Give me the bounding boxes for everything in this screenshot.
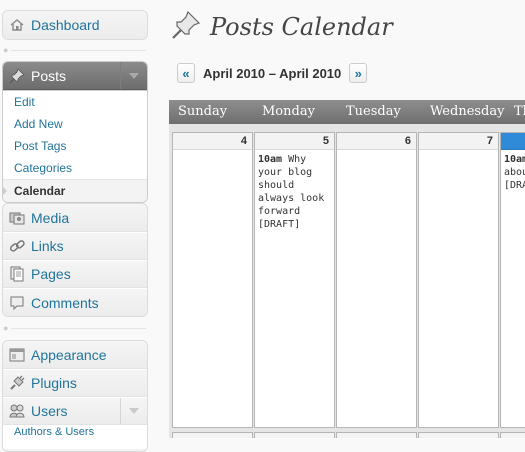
plug-icon (9, 375, 25, 391)
menu-pages-label: Pages (31, 266, 71, 282)
day-number: 5 (255, 133, 334, 150)
day-cell[interactable]: 4 (172, 132, 253, 428)
menu-group-dashboard: Dashboard (2, 10, 148, 40)
menu-separator-2: ● (2, 323, 146, 333)
house-icon (9, 17, 25, 33)
comment-icon (9, 295, 25, 311)
submenu-calendar[interactable]: Calendar (3, 179, 147, 202)
submenu-authors-users[interactable]: Authors & Users (3, 425, 147, 449)
menu-separator: ● (2, 45, 146, 55)
day-cell[interactable]: 6 (336, 132, 417, 428)
event-time: 10am (258, 154, 283, 165)
menu-media-label: Media (31, 209, 70, 226)
posts-submenu: Edit Add New Post Tags Categories Calend… (3, 90, 147, 202)
day-cell[interactable]: 7 (418, 132, 499, 428)
day-cell-next-week[interactable] (172, 432, 253, 438)
prev-button[interactable]: « (177, 63, 195, 83)
day-cell-next-week[interactable] (336, 432, 417, 438)
chevron-down-icon[interactable] (120, 398, 147, 424)
calendar: Sunday Monday Tuesday Wednesday Th 4 5 1… (169, 100, 525, 438)
day-name-sunday: Sunday (178, 104, 228, 119)
menu-dashboard[interactable]: Dashboard (3, 11, 147, 39)
menu-links[interactable]: Links (3, 232, 147, 260)
pushpin-icon (170, 9, 202, 46)
day-number (501, 133, 525, 150)
appearance-icon (9, 347, 25, 363)
menu-posts-label: Posts (31, 67, 67, 84)
day-name-monday: Monday (262, 104, 315, 119)
users-icon (9, 403, 25, 419)
menu-group-content: Media Links Pages Comments (2, 203, 148, 317)
menu-plugins-label: Plugins (31, 375, 77, 391)
pages-icon (9, 266, 25, 282)
submenu-edit[interactable]: Edit (3, 91, 147, 113)
menu-comments-label: Comments (31, 294, 99, 311)
media-icon (9, 210, 25, 226)
day-number: 4 (173, 133, 252, 150)
submenu-add-new[interactable]: Add New (3, 113, 147, 135)
menu-media[interactable]: Media (3, 204, 147, 232)
day-name-wednesday: Wednesday (430, 104, 505, 119)
submenu-post-tags[interactable]: Post Tags (3, 135, 147, 157)
chevron-down-icon[interactable] (120, 62, 147, 89)
menu-posts[interactable]: Posts (3, 62, 147, 90)
day-cell-today[interactable]: 10am spec abou (Go S [DRAF (500, 132, 525, 428)
menu-comments[interactable]: Comments (3, 288, 147, 316)
menu-dashboard-label: Dashboard (31, 17, 100, 33)
menu-group-posts: Posts Edit Add New Post Tags Categories … (2, 61, 148, 203)
menu-users[interactable]: Users (3, 397, 147, 425)
date-range: April 2010 – April 2010 (203, 65, 342, 81)
day-number: 7 (419, 133, 498, 150)
menu-plugins[interactable]: Plugins (3, 369, 147, 397)
pushpin-icon (9, 67, 25, 84)
event-title: Why your blog should always look forward… (258, 154, 325, 230)
page-header: Posts Calendar (170, 10, 393, 44)
day-cell-next-week[interactable] (254, 432, 335, 438)
menu-appearance[interactable]: Appearance (3, 341, 147, 369)
submenu-categories[interactable]: Categories (3, 157, 147, 179)
menu-group-admin: Appearance Plugins Users Authors & Users (2, 340, 148, 452)
page-title: Posts Calendar (210, 13, 393, 41)
menu-pages[interactable]: Pages (3, 260, 147, 288)
event-time: 10am (504, 154, 525, 165)
calendar-event[interactable]: 10am spec abou (Go S [DRAF (501, 150, 525, 195)
menu-users-label: Users (31, 403, 68, 419)
separator-dot: ● (3, 323, 9, 333)
day-number: 6 (337, 133, 416, 150)
day-name-tuesday: Tuesday (346, 104, 401, 119)
day-name-thursday: Th (514, 104, 525, 119)
day-cell-next-week[interactable] (500, 432, 525, 438)
calendar-event[interactable]: 10am Why your blog should always look fo… (255, 150, 334, 234)
link-icon (9, 238, 25, 254)
next-button[interactable]: » (349, 63, 368, 83)
menu-appearance-label: Appearance (31, 346, 107, 363)
menu-links-label: Links (31, 238, 64, 254)
calendar-header: Sunday Monday Tuesday Wednesday Th (169, 100, 525, 124)
separator-dot: ● (3, 45, 9, 55)
day-cell-next-week[interactable] (418, 432, 499, 438)
calendar-nav: « April 2010 – April 2010 » (177, 63, 368, 83)
day-cell[interactable]: 5 10am Why your blog should always look … (254, 132, 335, 428)
calendar-body: 4 5 10am Why your blog should always loo… (169, 124, 525, 438)
